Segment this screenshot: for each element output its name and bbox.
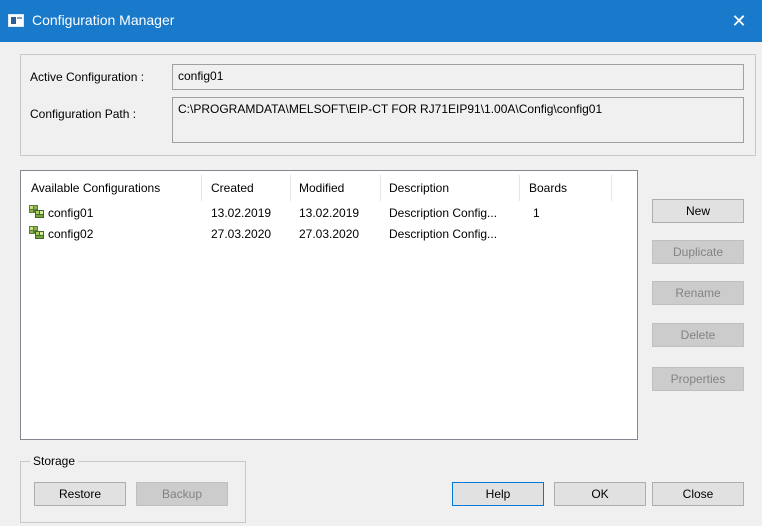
row-name: config02 <box>48 227 94 241</box>
row-created: 27.03.2020 <box>211 227 272 241</box>
new-button[interactable]: New <box>652 199 744 223</box>
column-header-modified[interactable]: Modified <box>299 177 344 201</box>
column-header-created[interactable]: Created <box>211 177 254 201</box>
row-modified: 27.03.2020 <box>299 227 360 241</box>
ok-button[interactable]: OK <box>554 482 646 506</box>
configuration-path-label: Configuration Path : <box>30 107 137 121</box>
app-window-icon <box>8 14 24 27</box>
restore-button[interactable]: Restore <box>34 482 126 506</box>
rename-button[interactable]: Rename <box>652 281 744 305</box>
window-title: Configuration Manager <box>32 12 175 28</box>
row-name: config01 <box>48 206 94 220</box>
column-header-available-configurations[interactable]: Available Configurations <box>31 177 160 201</box>
properties-button[interactable]: Properties <box>652 367 744 391</box>
config-icon <box>29 205 44 218</box>
column-header-boards[interactable]: Boards <box>529 177 567 201</box>
delete-button[interactable]: Delete <box>652 323 744 347</box>
active-configuration-label: Active Configuration : <box>30 70 145 84</box>
close-button[interactable]: Close <box>652 482 744 506</box>
help-button[interactable]: Help <box>452 482 544 506</box>
row-boards: 1 <box>533 206 540 220</box>
backup-button[interactable]: Backup <box>136 482 228 506</box>
active-configuration-field: config01 <box>172 64 744 90</box>
row-created: 13.02.2019 <box>211 206 272 220</box>
duplicate-button[interactable]: Duplicate <box>652 240 744 264</box>
config-icon <box>29 226 44 239</box>
configurations-list[interactable]: Available Configurations Created Modifie… <box>20 170 638 440</box>
column-separator[interactable] <box>611 175 612 201</box>
list-item[interactable]: config02 27.03.2020 27.03.2020 Descripti… <box>21 224 637 244</box>
row-modified: 13.02.2019 <box>299 206 360 220</box>
close-icon[interactable]: ✕ <box>716 0 762 42</box>
row-description: Description Config... <box>389 227 498 241</box>
storage-label: Storage <box>30 454 79 468</box>
column-separator[interactable] <box>290 175 291 201</box>
column-separator[interactable] <box>380 175 381 201</box>
row-description: Description Config... <box>389 206 498 220</box>
column-separator[interactable] <box>201 175 202 201</box>
title-bar: Configuration Manager ✕ <box>0 0 762 42</box>
column-separator[interactable] <box>519 175 520 201</box>
column-header-description[interactable]: Description <box>389 177 449 201</box>
list-item[interactable]: config01 13.02.2019 13.02.2019 Descripti… <box>21 203 637 223</box>
configuration-path-field: C:\PROGRAMDATA\MELSOFT\EIP-CT FOR RJ71EI… <box>172 97 744 143</box>
